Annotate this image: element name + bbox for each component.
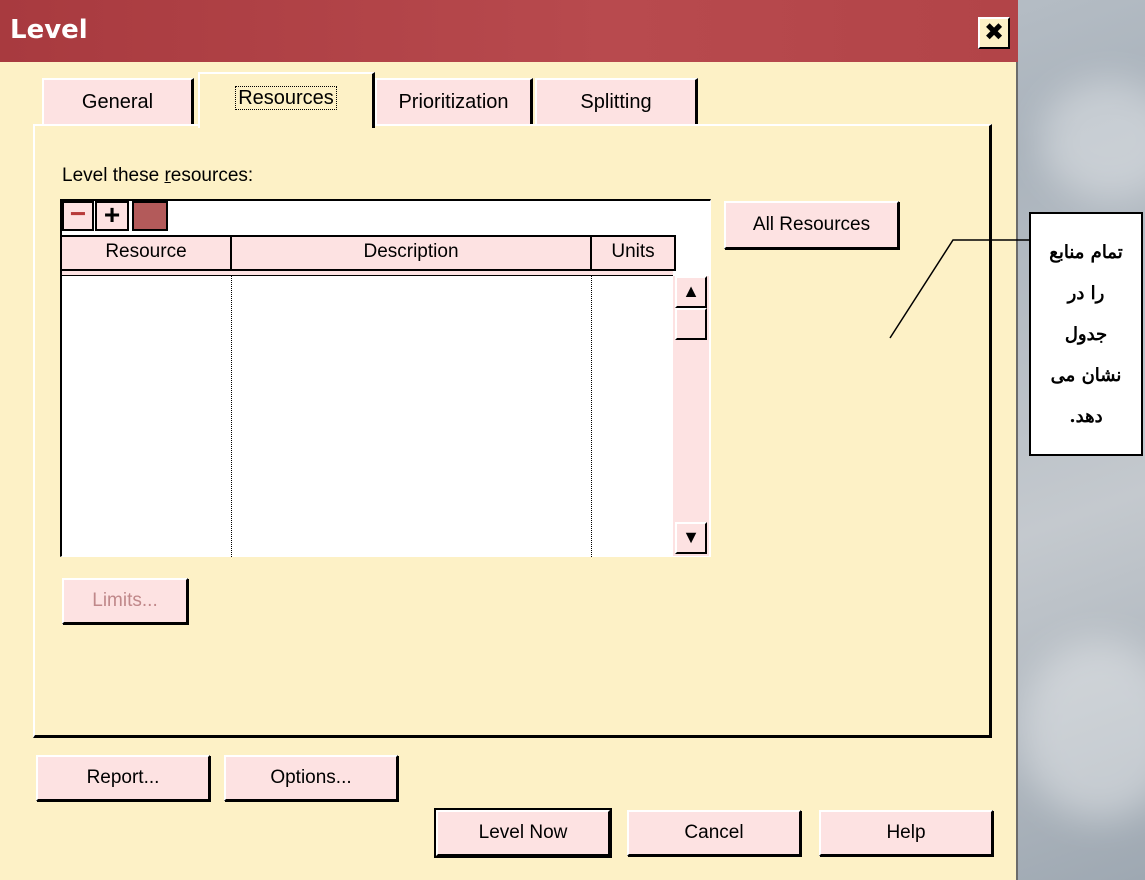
tab-resources-label: Resources <box>235 86 337 110</box>
callout-line: نشان می <box>1050 365 1122 386</box>
callout-line: دهد. <box>1069 406 1103 427</box>
callout-line: را در <box>1067 283 1105 304</box>
callout-leader-line <box>889 239 1030 339</box>
tab-resources[interactable]: Resources <box>198 72 375 128</box>
callout-line: جدول <box>1064 324 1108 345</box>
annotation-callout: تمام منابع را در جدول نشان می دهد. <box>1029 212 1143 456</box>
callout-line: تمام منابع <box>1049 242 1123 263</box>
